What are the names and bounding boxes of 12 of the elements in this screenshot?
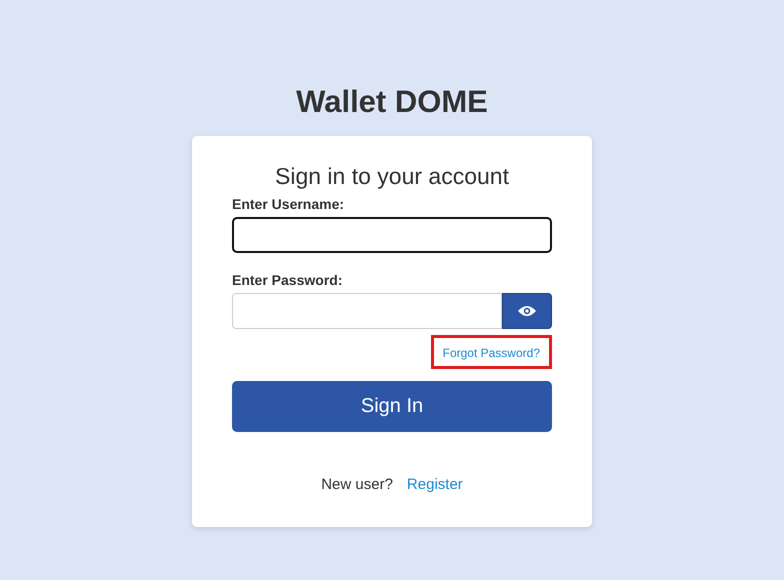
forgot-password-link[interactable]: Forgot Password?	[430, 335, 552, 369]
app-title: Wallet DOME	[296, 84, 488, 120]
eye-icon	[518, 305, 536, 317]
password-label: Enter Password:	[232, 272, 344, 288]
register-link[interactable]: Register	[406, 476, 463, 493]
show-password-button[interactable]	[502, 293, 552, 329]
form-heading: Sign in to your account	[274, 162, 510, 190]
username-field[interactable]	[232, 217, 552, 253]
username-label: Enter Username:	[232, 196, 346, 212]
new-user-text: New user?	[321, 476, 393, 493]
password-field[interactable]	[232, 293, 502, 329]
sign-in-button[interactable]: Sign In	[232, 381, 552, 432]
